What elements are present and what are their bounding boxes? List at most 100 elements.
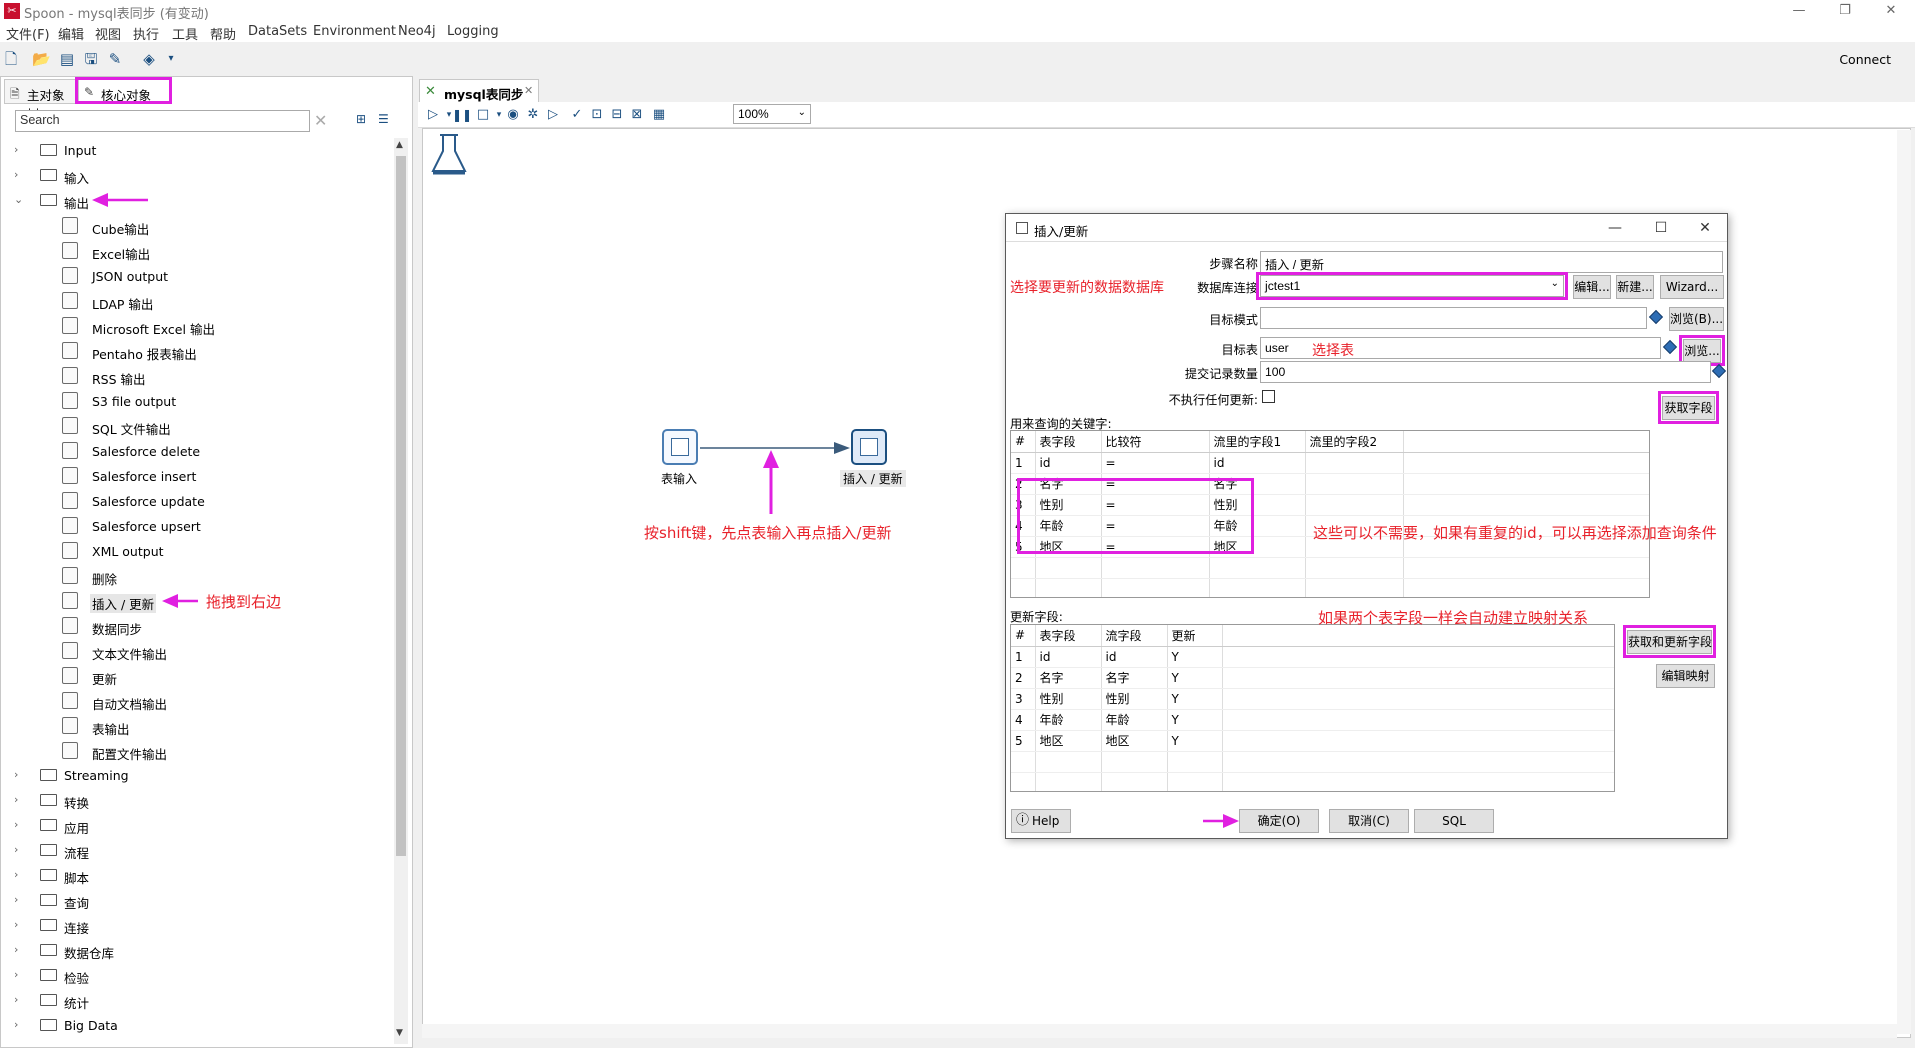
empty-cell[interactable] (1209, 578, 1306, 597)
table-cell[interactable]: 4 (1011, 515, 1036, 537)
expand-all-icon[interactable]: ⊞ (356, 112, 366, 126)
chevron-right-icon[interactable]: › (14, 893, 18, 906)
search-input[interactable]: Search (15, 110, 310, 132)
impact-icon[interactable]: ⊡ (588, 106, 606, 124)
update-table[interactable]: # 表字段 流字段 更新 1 id id Y 2 名字 名字 Y 3 性别 性别 Y 4 年龄 年龄 Y 5 地区… (1010, 624, 1615, 792)
table-cell[interactable]: 名字 (1101, 667, 1168, 689)
layers-dropdown-icon[interactable]: ▾ (162, 50, 180, 68)
menu-datasets[interactable]: DataSets (248, 24, 307, 39)
preview-icon[interactable]: ◉ (504, 106, 522, 124)
table-cell[interactable]: 5 (1011, 730, 1036, 752)
table-row[interactable]: 2 名字 = 名字 (1011, 473, 1649, 495)
empty-cell[interactable] (1403, 557, 1649, 579)
ok-button[interactable]: 确定(O) (1239, 809, 1319, 833)
chevron-right-icon[interactable]: › (14, 818, 18, 831)
table-cell[interactable]: 年龄 (1035, 515, 1102, 537)
edit-conn-button[interactable]: 编辑... (1573, 275, 1611, 299)
empty-cell[interactable] (1101, 751, 1168, 773)
empty-cell[interactable] (1403, 578, 1649, 597)
table-cell[interactable]: = (1101, 473, 1210, 495)
canvas-horizontal-scrollbar[interactable] (422, 1024, 1897, 1038)
chevron-right-icon[interactable]: › (14, 968, 18, 981)
browse-table-button[interactable]: 浏览... (1683, 339, 1721, 363)
table-row[interactable] (1011, 772, 1614, 791)
menu-environment[interactable]: Environment (313, 24, 396, 39)
empty-cell[interactable] (1222, 688, 1614, 710)
empty-cell[interactable] (1035, 578, 1102, 597)
verify-icon[interactable]: ✓ (568, 106, 586, 124)
help-button[interactable]: ⓘ Help (1011, 809, 1071, 833)
left-scrollbar[interactable]: ▲ ▼ (394, 138, 408, 1044)
chevron-right-icon[interactable]: › (14, 843, 18, 856)
table-row[interactable]: 1 id = id (1011, 452, 1649, 474)
tab-mysql-sync[interactable]: ✕ mysql表同步 ✕ (419, 79, 539, 103)
table-cell[interactable]: 3 (1011, 688, 1036, 710)
menu-view[interactable]: 视图 (95, 24, 121, 43)
wizard-button[interactable]: Wizard... (1660, 275, 1724, 299)
table-cell[interactable]: id (1101, 646, 1168, 668)
table-row[interactable]: 3 性别 性别 Y (1011, 688, 1614, 710)
tab-main-tree[interactable]: 🗎主对象树 (4, 79, 76, 122)
cancel-button[interactable]: 取消(C) (1329, 809, 1409, 833)
chevron-right-icon[interactable]: › (14, 943, 18, 956)
table-cell[interactable]: Y (1167, 688, 1223, 710)
table-cell[interactable]: 4 (1011, 709, 1036, 731)
table-cell[interactable]: = (1101, 452, 1210, 474)
table-row[interactable]: 2 名字 名字 Y (1011, 667, 1614, 689)
step-name-field[interactable]: 插入 / 更新 (1260, 251, 1723, 273)
get-fields-button[interactable]: 获取字段 (1662, 396, 1715, 420)
empty-cell[interactable] (1167, 751, 1223, 773)
table-cell[interactable]: = (1101, 515, 1210, 537)
menu-help[interactable]: 帮助 (210, 24, 236, 43)
zoom-select[interactable]: 100% ⌄ (733, 104, 811, 124)
empty-cell[interactable] (1222, 667, 1614, 689)
empty-cell[interactable] (1222, 730, 1614, 752)
keys-table[interactable]: # 表字段 比较符 流里的字段1 流里的字段2 1 id = id 2 名字 = 名字 3 性别 =… (1010, 430, 1650, 598)
sql-button[interactable]: SQL (1414, 809, 1494, 833)
table-cell[interactable]: 名字 (1035, 667, 1102, 689)
table-cell[interactable]: 3 (1011, 494, 1036, 516)
table-cell[interactable]: 地区 (1101, 730, 1168, 752)
table-cell[interactable]: 年龄 (1035, 709, 1102, 731)
empty-cell[interactable] (1222, 709, 1614, 731)
save-as-icon[interactable]: ✎ (106, 50, 124, 68)
debug-icon[interactable]: ✲ (524, 106, 542, 124)
empty-cell[interactable] (1011, 578, 1036, 597)
empty-cell[interactable] (1403, 452, 1649, 474)
empty-cell[interactable] (1011, 557, 1036, 579)
table-cell[interactable]: 地区 (1035, 536, 1102, 558)
chevron-right-icon[interactable]: › (14, 993, 18, 1006)
table-row[interactable]: 3 性别 = 性别 (1011, 494, 1649, 516)
table-cell[interactable]: 性别 (1209, 494, 1306, 516)
menu-run[interactable]: 执行 (133, 24, 159, 43)
explore-db-icon[interactable]: ⊠ (628, 106, 646, 124)
empty-cell[interactable] (1222, 751, 1614, 773)
menu-file[interactable]: 文件(F) (6, 24, 50, 43)
table-row[interactable] (1011, 578, 1649, 597)
sql-icon[interactable]: ⊟ (608, 106, 626, 124)
empty-cell[interactable] (1403, 494, 1649, 516)
table-cell[interactable]: 名字 (1209, 473, 1306, 495)
chevron-right-icon[interactable]: › (14, 1018, 18, 1031)
table-cell[interactable]: id (1035, 452, 1102, 474)
tab-core-objects[interactable]: ✎ 核心对象 (78, 79, 170, 104)
table-cell[interactable]: 性别 (1035, 688, 1102, 710)
close-button[interactable]: ✕ (1868, 0, 1914, 22)
menu-tools[interactable]: 工具 (172, 24, 198, 43)
table-row[interactable]: 1 id id Y (1011, 646, 1614, 668)
explore-repo-icon[interactable]: ▤ (58, 50, 76, 68)
menu-logging[interactable]: Logging (447, 24, 499, 39)
table-row[interactable] (1011, 751, 1614, 773)
table-cell[interactable]: 1 (1011, 646, 1036, 668)
table-cell[interactable]: 地区 (1035, 730, 1102, 752)
table-cell[interactable] (1305, 473, 1404, 495)
layers-icon[interactable]: ◈ (140, 50, 158, 68)
table-cell[interactable]: id (1209, 452, 1306, 474)
empty-cell[interactable] (1101, 578, 1210, 597)
table-cell[interactable]: 2 (1011, 473, 1036, 495)
table-cell[interactable]: = (1101, 536, 1210, 558)
clear-search-icon[interactable]: ✕ (314, 111, 327, 130)
table-cell[interactable] (1305, 452, 1404, 474)
connect-button[interactable]: Connect (1839, 52, 1891, 67)
dialog-close-button[interactable]: ✕ (1690, 218, 1720, 238)
